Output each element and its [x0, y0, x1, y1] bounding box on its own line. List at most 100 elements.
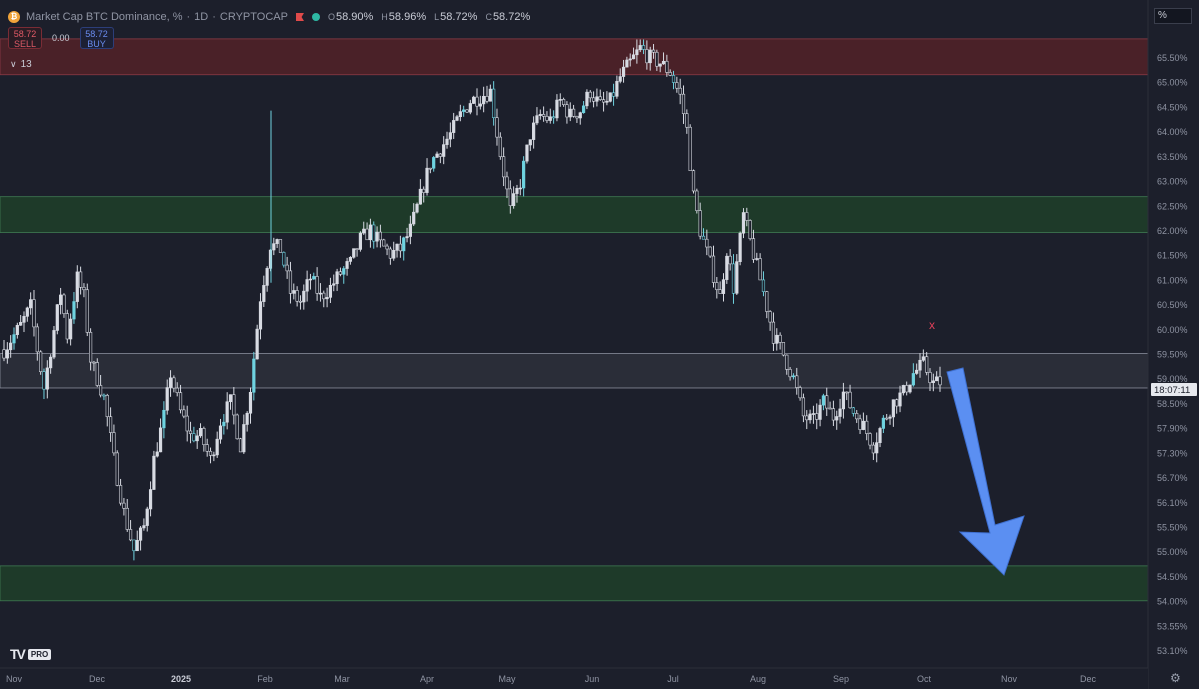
indicators-toggle[interactable]: ∨ 13: [10, 59, 32, 70]
candle-body: [761, 279, 766, 292]
candle-body: [895, 399, 899, 407]
candle-body: [605, 100, 609, 103]
candle-body: [39, 351, 43, 372]
candle-body: [275, 239, 279, 244]
spread-value: 0.00: [52, 33, 70, 43]
candle-body: [735, 261, 739, 294]
candle-body: [392, 250, 396, 259]
time-tick-label: Jul: [667, 674, 679, 684]
symbol-header[interactable]: ₿ Market Cap BTC Dominance, % · 1D · CRY…: [8, 8, 538, 26]
time-tick-label: Dec: [1080, 674, 1097, 684]
price-tick-label: 65.50%: [1157, 53, 1188, 63]
candle-body: [438, 153, 442, 157]
price-chart[interactable]: x 65.50% 65.00% 64.50% 64.00% 63.50% 63.00% 62…: [0, 0, 1199, 689]
interval-label[interactable]: 1D: [194, 11, 208, 23]
zone-support: [0, 196, 1149, 233]
zone-resistance: [0, 38, 1149, 76]
candle-body: [828, 407, 832, 410]
price-tick-label: 59.50%: [1157, 350, 1188, 360]
candle-body: [222, 421, 226, 427]
time-tick-label: Nov: [1001, 674, 1018, 684]
candle-body: [771, 321, 776, 344]
candle-body: [102, 394, 106, 397]
candle-body: [418, 188, 422, 205]
candle-body: [542, 114, 546, 117]
scale-mode-toggle[interactable]: %: [1154, 8, 1192, 24]
candle-body: [468, 103, 472, 113]
time-tick-label: Sep: [833, 674, 849, 684]
candle-body: [415, 203, 419, 213]
candle-body: [32, 299, 36, 328]
price-tick-label: 63.00%: [1157, 177, 1188, 187]
time-tick-label: Aug: [750, 674, 766, 684]
candle-body: [748, 220, 752, 239]
candle-body: [585, 91, 589, 107]
time-axis[interactable]: Nov Dec 2025 Feb Mar Apr May Jun Jul Aug Sep Oct Nov…: [0, 667, 1148, 689]
candle-body: [548, 116, 552, 121]
price-tick-label: 56.10%: [1157, 498, 1188, 508]
buy-button[interactable]: 58.72 BUY: [79, 27, 114, 49]
time-tick-label: 2025: [171, 674, 191, 684]
candle-body: [118, 485, 123, 504]
candle-body: [861, 420, 865, 430]
candle-body: [302, 290, 306, 303]
candle-body: [911, 373, 915, 386]
candle-body: [398, 243, 402, 252]
candle-body: [435, 153, 439, 158]
trade-panel: 58.72 SELL 0.00 58.72 BUY: [8, 27, 114, 49]
candle-body: [741, 212, 746, 234]
price-axis[interactable]: 65.50% 65.00% 64.50% 64.00% 63.50% 63.00% 62.5…: [1147, 0, 1199, 689]
candle-body: [405, 236, 409, 239]
sell-button[interactable]: 58.72 SELL: [8, 27, 42, 49]
candle-body: [138, 527, 143, 541]
candle-body: [631, 54, 636, 60]
candle-body: [155, 451, 159, 457]
price-tick-label: 61.00%: [1157, 275, 1188, 285]
candle-body: [831, 408, 836, 421]
candle-body: [638, 45, 642, 51]
candle-body: [522, 160, 526, 189]
candle-body: [868, 433, 872, 446]
candle-body: [298, 300, 303, 303]
candle-body: [781, 342, 786, 356]
candle-body: [355, 248, 359, 250]
candle-body: [745, 212, 749, 221]
candle-body: [232, 394, 236, 416]
price-tick-label: 60.00%: [1157, 325, 1188, 335]
bitcoin-icon: ₿: [8, 11, 20, 23]
candle-body: [452, 120, 456, 133]
candle-body: [808, 413, 812, 421]
candle-body: [105, 395, 109, 418]
candle-body: [851, 407, 855, 414]
candle-body: [388, 248, 392, 259]
candle-body: [935, 376, 939, 382]
candle-body: [45, 367, 49, 390]
candle-body: [85, 289, 89, 333]
candle-body: [558, 99, 562, 101]
candle-body: [212, 454, 216, 457]
candle-body: [265, 268, 269, 286]
candle-body: [402, 237, 406, 252]
candle-body: [42, 371, 46, 390]
settings-gear-icon[interactable]: ⚙: [1170, 671, 1181, 685]
candle-body: [871, 444, 875, 454]
candle-body: [915, 369, 919, 374]
candle-body: [925, 356, 929, 373]
candle-body: [2, 349, 6, 359]
candle-body: [188, 430, 193, 434]
candle-body: [875, 442, 879, 454]
pro-badge: PRO: [27, 648, 52, 660]
candle-body: [482, 95, 486, 105]
candle-body: [162, 409, 166, 429]
candle-body: [621, 66, 626, 77]
candle-body: [65, 313, 69, 340]
candle-body: [72, 301, 76, 320]
candle-body: [601, 99, 606, 103]
candle-body: [432, 157, 436, 169]
candle-body: [608, 92, 612, 102]
candle-body: [488, 88, 492, 102]
candle-body: [218, 425, 223, 440]
candle-body: [478, 103, 482, 107]
candle-body: [262, 285, 266, 302]
candle-body: [192, 433, 196, 442]
